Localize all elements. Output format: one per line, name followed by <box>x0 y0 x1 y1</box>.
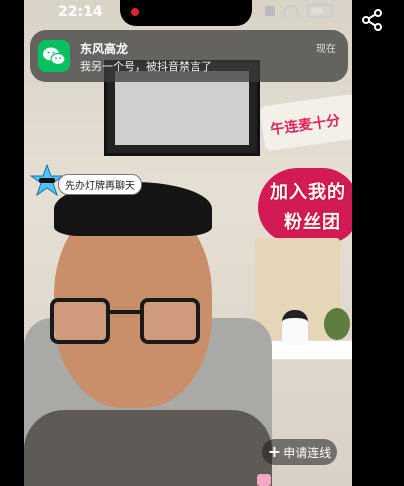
plant <box>324 308 350 340</box>
fans-banner-line1: 加入我的 <box>270 182 346 203</box>
gift-badge <box>257 474 271 486</box>
notification-time: 现在 <box>316 44 336 55</box>
share-icon[interactable] <box>360 8 384 32</box>
wall-sign-text: 午连麦十分 <box>269 112 342 139</box>
wechat-notification[interactable]: 东风高龙 我另一个号，被抖音禁言了 现在 <box>30 30 348 82</box>
sticker-speech-bubble: 先办灯牌再聊天 <box>58 174 142 195</box>
request-connect-button[interactable]: + 申请连线 <box>262 439 337 465</box>
wall-sign: 午连麦十分 <box>259 93 352 152</box>
glasses-bridge <box>106 310 140 314</box>
right-letterbox <box>352 0 404 486</box>
wechat-icon <box>38 40 70 72</box>
streamer-sticker: 先办灯牌再聊天 <box>30 158 142 202</box>
status-icons <box>265 4 333 18</box>
dynamic-island <box>120 0 252 26</box>
left-letterbox <box>0 0 24 486</box>
plus-icon: + <box>267 442 282 461</box>
status-time: 22:14 <box>58 4 103 20</box>
recording-indicator-icon <box>131 8 139 16</box>
signal-icon <box>265 6 275 16</box>
glasses-right <box>140 298 200 344</box>
streamer-shirt <box>24 410 272 486</box>
mini-figure <box>282 310 308 346</box>
glasses-left <box>50 298 110 344</box>
wall-frame-picture <box>115 71 249 145</box>
notification-message: 我另一个号，被抖音禁言了 <box>80 60 212 73</box>
notification-title: 东风高龙 <box>80 42 129 56</box>
wifi-icon <box>283 5 299 17</box>
battery-icon <box>307 4 333 18</box>
fans-banner-line2: 粉丝团 <box>284 212 341 233</box>
fans-club-banner: 加入我的 粉丝团 <box>258 168 352 243</box>
request-connect-label: 申请连线 <box>283 445 332 460</box>
